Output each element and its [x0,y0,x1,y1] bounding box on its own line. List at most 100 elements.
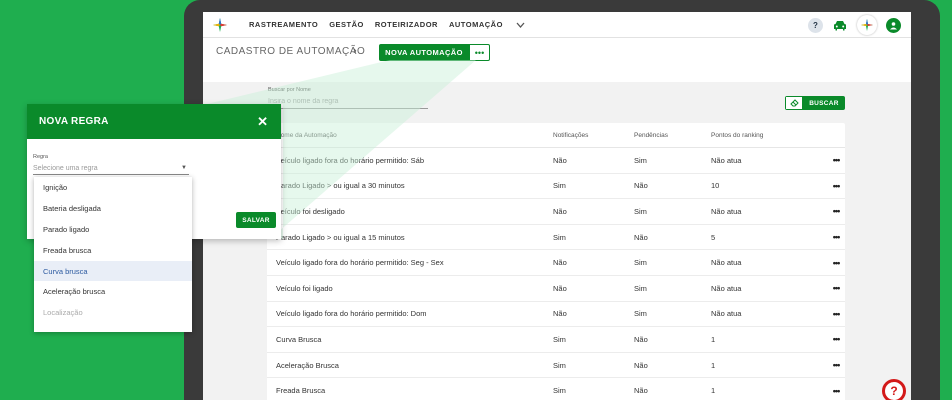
new-automation-button[interactable]: NOVA AUTOMAÇÃO [379,44,469,61]
row-ranking-points: Não atua [711,258,742,268]
dropdown-option[interactable]: Parado ligado [34,219,192,240]
row-ranking-points: 5 [711,232,716,242]
row-name: Veículo ligado fora do horário permitido… [276,155,425,165]
row-pendencies: Sim [634,258,647,268]
row-notifications: Não [553,206,567,216]
row-actions-button[interactable]: ••• [827,258,845,268]
row-notifications: Não [553,155,567,165]
modal-header: NOVA REGRA ✕ [27,104,281,139]
row-notifications: Não [553,258,567,268]
rule-label: Regra [33,154,48,160]
row-notifications: Não [553,309,567,319]
row-name: Parado Ligado > ou igual a 30 minutos [276,181,405,191]
row-name: Veículo ligado fora do horário permitido… [276,309,427,319]
company-logo-icon[interactable] [857,15,877,35]
table-row[interactable]: Veículo foi ligado Não Sim Não atua ••• [267,276,845,302]
row-name: Veículo foi desligado [276,206,345,216]
row-notifications: Sim [553,232,566,242]
dropdown-option[interactable]: Curva brusca [34,260,192,282]
nav-item-automacao[interactable]: AUTOMAÇÃO [449,20,503,30]
table-row[interactable]: Veículo ligado fora do horário permitido… [267,302,845,328]
stage: RASTREAMENTO GESTÃO ROTEIRIZADOR AUTOMAÇ… [0,0,952,400]
row-notifications: Sim [553,360,566,370]
table-row[interactable]: Veículo ligado fora do horário permitido… [267,250,845,276]
row-pendencies: Não [634,386,648,396]
caret-down-icon[interactable]: ▼ [181,165,187,171]
row-notifications: Sim [553,386,566,396]
close-icon[interactable]: ✕ [257,114,268,130]
nav-item-rastreamento[interactable]: RASTREAMENTO [249,20,318,30]
row-name: Veículo foi ligado [276,283,333,293]
dropdown-option[interactable]: Bateria desligada [34,198,192,219]
table-row[interactable]: Curva Brusca Sim Não 1 ••• [267,327,845,353]
more-options-button[interactable]: ••• [469,44,490,61]
dropdown-option[interactable]: Freada brusca [34,240,192,261]
dropdown-option[interactable]: Ignição [34,177,192,198]
row-notifications: Sim [553,181,566,191]
modal-title: NOVA REGRA [39,116,109,127]
row-ranking-points: 10 [711,181,720,191]
dropdown-option[interactable]: Aceleração brusca [34,281,192,302]
row-notifications: Não [553,283,567,293]
top-nav: RASTREAMENTO GESTÃO ROTEIRIZADOR AUTOMAÇ… [203,12,911,38]
table-row[interactable]: Aceleração Brusca Sim Não 1 ••• [267,353,845,379]
page-title: CADASTRO DE AUTOMAÇÃO [216,46,366,57]
row-name: Veículo ligado fora do horário permitido… [276,258,444,268]
chevron-down-icon[interactable] [516,20,525,30]
app-screen: RASTREAMENTO GESTÃO ROTEIRIZADOR AUTOMAÇ… [203,12,911,400]
search-button-label: BUSCAR [803,96,845,110]
table-row[interactable]: Veículo ligado fora do horário permitido… [267,148,845,174]
row-actions-button[interactable]: ••• [827,386,845,396]
rule-dropdown-list: Ignição Bateria desligada Parado ligado Fre… [34,177,192,332]
table-row[interactable]: Freada Brusca Sim Não 1 ••• [267,378,845,400]
row-actions-button[interactable]: ••• [827,155,845,165]
table-row[interactable]: Parado Ligado > ou igual a 15 minutos Sim… [267,225,845,251]
rule-select[interactable]: Selecione uma regra ▼ [33,162,189,175]
row-pendencies: Sim [634,155,647,165]
row-name: Aceleração Brusca [276,360,339,370]
row-actions-button[interactable]: ••• [827,283,845,293]
user-avatar-icon[interactable] [886,17,901,33]
search-input[interactable] [268,95,428,109]
row-name: Freada Brusca [276,386,326,396]
table-row[interactable]: Veículo foi desligado Não Sim Não atua ••• [267,199,845,225]
row-pendencies: Não [634,232,648,242]
header-notifications[interactable]: Notificações [553,132,634,139]
nav-menu: RASTREAMENTO GESTÃO ROTEIRIZADOR AUTOMAÇ… [249,20,525,30]
dropdown-option: Localização [43,308,83,318]
row-pendencies: Sim [634,206,647,216]
row-name: Parado Ligado > ou igual a 15 minutos [276,232,405,242]
eraser-icon[interactable] [785,96,803,110]
row-name: Curva Brusca [276,334,322,344]
row-actions-button[interactable]: ••• [827,206,845,216]
save-button[interactable]: SALVAR [236,212,276,228]
row-actions-button[interactable]: ••• [827,360,845,370]
row-ranking-points: Não atua [711,155,742,165]
search-button[interactable]: BUSCAR [785,96,845,110]
search-label: Buscar por Nome [268,87,311,93]
table-body: Veículo ligado fora do horário permitido… [267,148,845,400]
nav-item-gestao[interactable]: GESTÃO [329,20,364,30]
row-pendencies: Sim [634,309,647,319]
help-icon[interactable]: ? [808,17,823,33]
row-actions-button[interactable]: ••• [827,309,845,319]
row-ranking-points: Não atua [711,206,742,216]
header-ranking-points[interactable]: Pontos do ranking [711,132,827,139]
row-ranking-points: Não atua [711,309,742,319]
app-logo-icon[interactable] [207,12,233,38]
table-row[interactable]: Parado Ligado > ou igual a 30 minutos Sim… [267,174,845,200]
nav-right-actions: ? [808,15,901,35]
row-pendencies: Sim [634,283,647,293]
page-header: CADASTRO DE AUTOMAÇÃO › NOVA AUTOMAÇÃO •… [203,38,911,82]
row-pendencies: Não [634,181,648,191]
header-pendencies[interactable]: Pendências [634,132,711,139]
floating-help-button[interactable]: ? [882,379,906,400]
car-icon[interactable] [832,18,848,32]
row-actions-button[interactable]: ••• [827,334,845,344]
rule-select-placeholder: Selecione uma regra [33,164,98,172]
row-actions-button[interactable]: ••• [827,232,845,242]
nav-item-roteirizador[interactable]: ROTEIRIZADOR [375,20,438,30]
header-name[interactable]: Nome da Automação [267,132,553,139]
row-pendencies: Não [634,360,648,370]
row-actions-button[interactable]: ••• [827,181,845,191]
